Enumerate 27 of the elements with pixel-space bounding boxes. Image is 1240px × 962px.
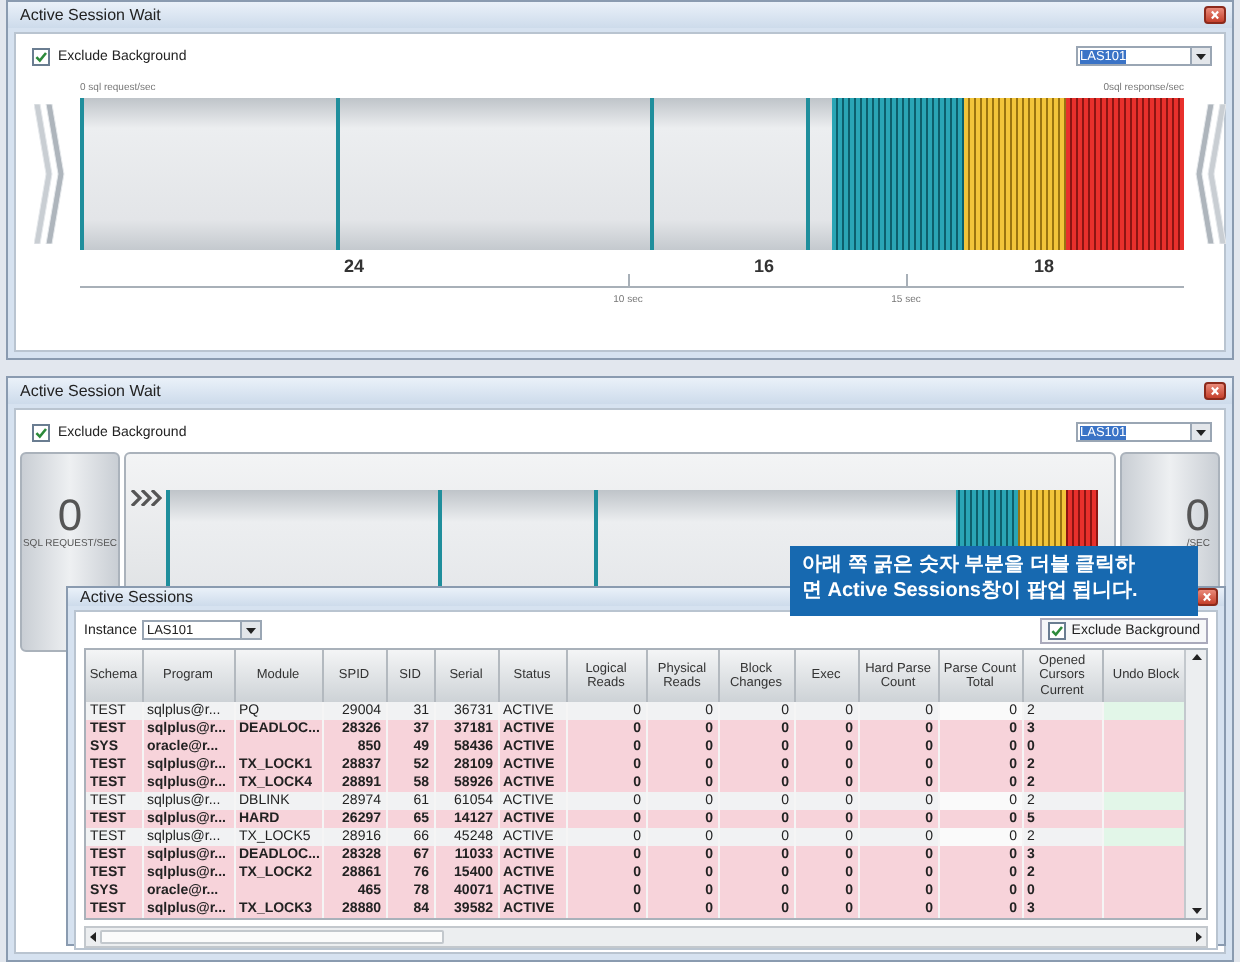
- horizontal-scrollbar[interactable]: [84, 926, 1208, 948]
- close-icon[interactable]: [1204, 6, 1226, 24]
- chevron-icon: [34, 104, 66, 244]
- chevron-icon: [130, 490, 162, 506]
- close-icon[interactable]: [1204, 382, 1226, 400]
- gauge-value: 0: [57, 494, 83, 538]
- session-count[interactable]: 24: [344, 256, 364, 276]
- window-title: Active Session Wait: [20, 382, 161, 400]
- checkbox[interactable]: [32, 47, 50, 65]
- scroll-right-icon[interactable]: [1196, 932, 1202, 942]
- dialog-title: Active Sessions: [80, 588, 193, 606]
- chevron-icon: [1194, 104, 1226, 244]
- scroll-down-icon[interactable]: [1191, 908, 1201, 914]
- scroll-left-icon[interactable]: [90, 932, 96, 942]
- window-title: Active Session Wait: [20, 6, 161, 24]
- dropdown-arrow-icon: [1196, 53, 1206, 59]
- dropdown-arrow-icon: [1196, 429, 1206, 435]
- gauge-value: 0: [1185, 494, 1210, 538]
- checkbox[interactable]: [1047, 621, 1066, 639]
- checkbox[interactable]: [32, 423, 50, 441]
- session-bar-drawing[interactable]: [80, 98, 1184, 250]
- session-count[interactable]: 16: [754, 256, 774, 276]
- dropdown-arrow-icon: [246, 627, 257, 633]
- callout-note: 아래 쪽 굵은 숫자 부분을 더블 클릭하 면 Active Sessions창이 팝업 됩니다.: [790, 546, 1198, 616]
- close-icon[interactable]: [1196, 588, 1218, 606]
- vertical-scrollbar[interactable]: [1184, 650, 1206, 918]
- session-count[interactable]: 18: [1034, 256, 1054, 276]
